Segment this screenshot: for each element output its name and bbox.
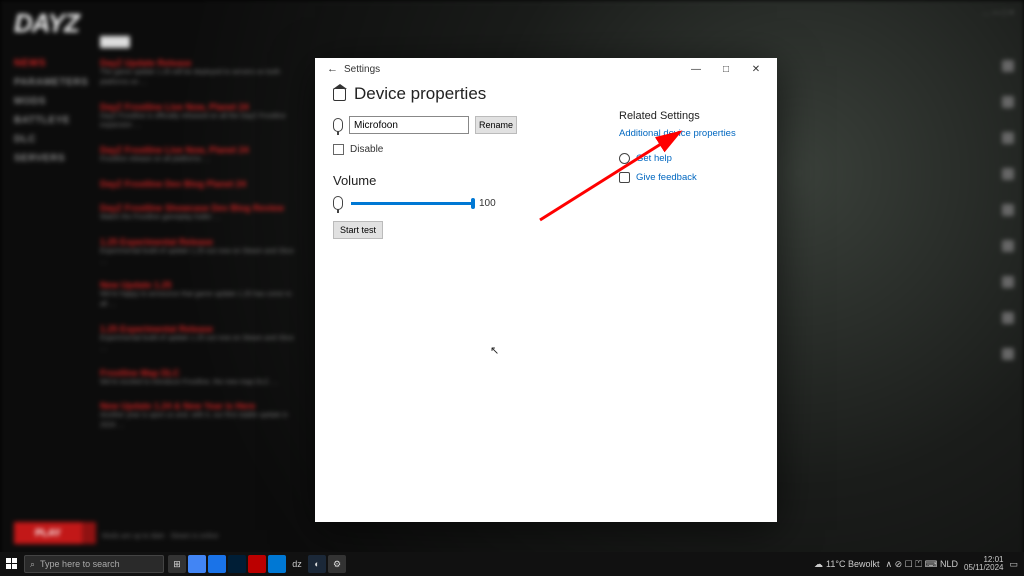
news-item[interactable]: 1.25 Experimental ReleaseExperimental bu… (100, 237, 300, 273)
feedback-icon (619, 172, 630, 183)
volume-value: 100 (479, 198, 496, 209)
device-name-input[interactable] (349, 116, 469, 134)
additional-device-properties-link[interactable]: Additional device properties (619, 128, 759, 139)
search-placeholder: Type here to search (40, 559, 120, 569)
launcher-sidebar: NEWS PARAMETERS MODS BATTLEYE DLC SERVER… (14, 58, 88, 164)
taskbar[interactable]: ⌕ Type here to search ⊞ dz ◐ ⚙ ☁ 11°C Be… (0, 552, 1024, 576)
back-button[interactable]: ← (321, 63, 344, 75)
mouse-cursor-icon: ↖ (490, 344, 499, 357)
sidebar-item-servers[interactable]: SERVERS (14, 153, 88, 164)
volume-heading: Volume (333, 173, 599, 188)
search-icon: ⌕ (30, 559, 35, 570)
volume-slider[interactable] (351, 202, 471, 205)
disable-checkbox[interactable] (333, 144, 344, 155)
sidebar-item-battleye[interactable]: BATTLEYE (14, 115, 88, 126)
sidebar-item-dlc[interactable]: DLC (14, 134, 88, 145)
start-button[interactable] (0, 552, 24, 576)
close-button[interactable]: ✕ (741, 58, 771, 80)
page-title: Device properties (354, 84, 486, 104)
window-title: Settings (344, 64, 380, 75)
news-column: DayZ Update ReleaseThe game update 1.26 … (100, 58, 300, 437)
app-icon[interactable] (228, 555, 246, 573)
launcher-status: Mods are up to date · Steam is online (102, 533, 218, 540)
news-item[interactable]: Frostline Map DLCWe're excited to introd… (100, 368, 300, 394)
disable-label: Disable (350, 144, 383, 155)
weather-widget[interactable]: ☁ 11°C Bewolkt (814, 559, 879, 570)
sidebar-item-news[interactable]: NEWS (14, 58, 88, 69)
titlebar[interactable]: ← Settings — □ ✕ (315, 58, 777, 80)
news-item[interactable]: New Update 1.25We're happy to announce t… (100, 280, 300, 316)
news-item[interactable]: DayZ Frostline Live Now, Planet 24DayZ F… (100, 102, 300, 138)
news-item[interactable]: 1.25 Experimental ReleaseExperimental bu… (100, 324, 300, 360)
minimize-button[interactable]: — (681, 58, 711, 80)
help-icon (619, 153, 630, 164)
news-item[interactable]: DayZ Frostline Live Now, Planet 24Frostl… (100, 145, 300, 171)
maximize-button[interactable]: □ (711, 58, 741, 80)
app-icon[interactable] (208, 555, 226, 573)
notifications-icon[interactable]: ▭ (1009, 559, 1018, 570)
taskbar-apps: ⊞ dz ◐ ⚙ (168, 555, 346, 573)
app-icon[interactable] (268, 555, 286, 573)
play-button[interactable]: PLAY (14, 522, 82, 544)
app-icon[interactable]: dz (288, 555, 306, 573)
sidebar-item-mods[interactable]: MODS (14, 96, 88, 107)
taskbar-clock[interactable]: 12:01 05/11/2024 (964, 556, 1003, 572)
news-item[interactable]: New Update 1.24 & New Year is HereAnothe… (100, 401, 300, 437)
app-icon[interactable] (248, 555, 266, 573)
volume-icon (333, 196, 343, 210)
sidebar-item-parameters[interactable]: PARAMETERS (14, 77, 88, 88)
news-item[interactable]: DayZ Update ReleaseThe game update 1.26 … (100, 58, 300, 94)
settings-window: ← Settings — □ ✕ Device properties Renam… (315, 58, 777, 522)
settings-icon[interactable]: ⚙ (328, 555, 346, 573)
taskbar-search[interactable]: ⌕ Type here to search (24, 555, 164, 573)
give-feedback-link[interactable]: Give feedback (619, 172, 759, 183)
system-tray[interactable]: ☁ 11°C Bewolkt ∧ ⊘ ☐ ⏍ ⌨ NLD 12:01 05/11… (814, 556, 1024, 572)
launcher-window-controls[interactable]: … — □ × (982, 8, 1014, 17)
rename-button[interactable]: Rename (475, 116, 517, 134)
start-test-button[interactable]: Start test (333, 221, 383, 239)
home-icon[interactable] (333, 88, 346, 101)
launcher-right-icons (1002, 60, 1014, 360)
taskview-icon[interactable]: ⊞ (168, 555, 186, 573)
launcher-tab (100, 36, 130, 48)
windows-icon (6, 558, 18, 570)
news-item[interactable]: DayZ Frostline Dev Blog Planet 24 (100, 179, 300, 195)
get-help-link[interactable]: Get help (619, 153, 759, 164)
related-settings-heading: Related Settings (619, 110, 759, 122)
steam-icon[interactable]: ◐ (308, 555, 326, 573)
news-item[interactable]: DayZ Frostline Showcase Dev Blog ReviewW… (100, 203, 300, 229)
app-icon[interactable] (188, 555, 206, 573)
weather-icon: ☁ (814, 559, 823, 570)
game-logo: DAYZ (14, 8, 79, 39)
tray-icons[interactable]: ∧ ⊘ ☐ ⏍ ⌨ NLD (885, 559, 958, 570)
microphone-icon (333, 118, 343, 132)
play-dropdown[interactable] (82, 522, 96, 544)
